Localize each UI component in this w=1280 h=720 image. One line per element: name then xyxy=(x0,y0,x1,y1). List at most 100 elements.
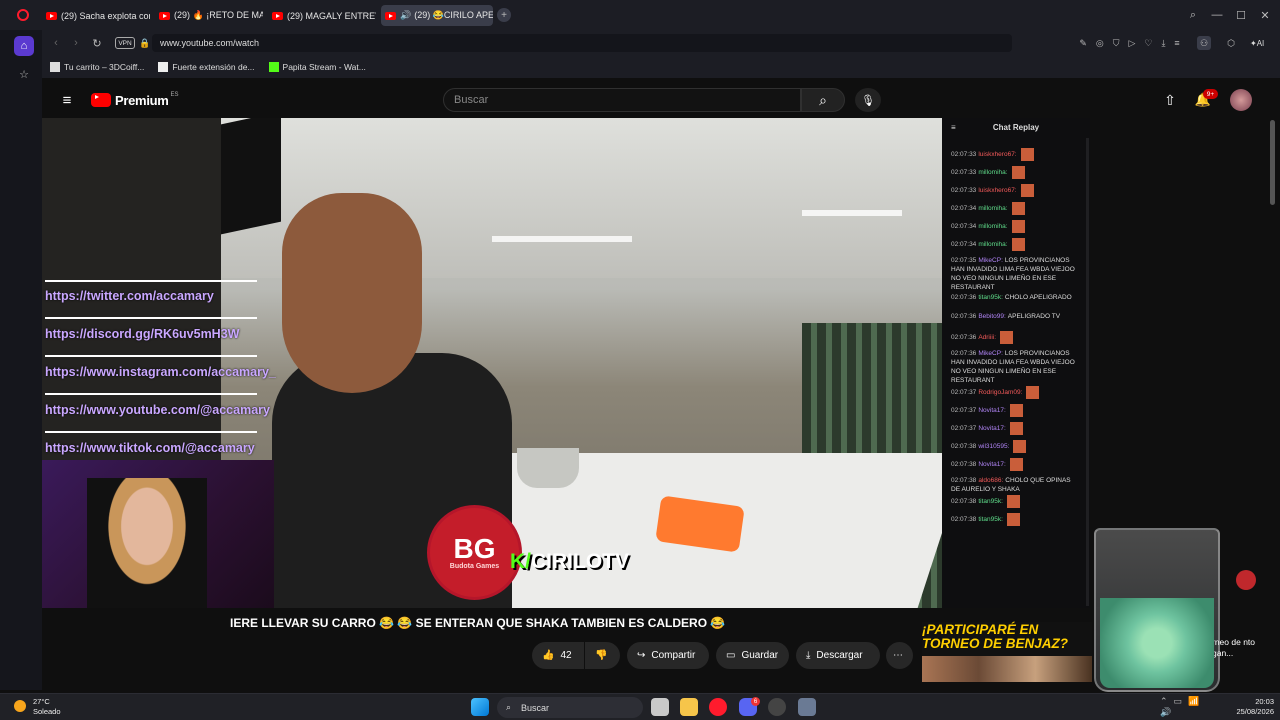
chat-username[interactable]: MikeCP: xyxy=(978,350,1003,357)
youtube-logo-text: Premium xyxy=(115,92,169,108)
streamer xyxy=(87,478,207,608)
tiktok-link[interactable]: https://www.tiktok.com/@accamary xyxy=(45,441,255,455)
tab-4-active[interactable]: 🔊(29) 😂CIRILO APELIG xyxy=(381,5,493,26)
youtube-logo-icon xyxy=(91,93,111,107)
back-icon[interactable]: ‹ xyxy=(50,36,62,50)
page-scrollbar[interactable] xyxy=(1270,120,1275,205)
bookmark-favicon-icon xyxy=(50,62,60,72)
instagram-link[interactable]: https://www.instagram.com/accamary_ xyxy=(45,365,276,379)
taskbar-search[interactable]: ⌕ Buscar xyxy=(497,697,643,718)
reload-icon[interactable]: ↻ xyxy=(90,36,104,50)
tab-1[interactable]: (29) Sacha explota contra xyxy=(42,5,150,26)
tab-label: (29) MAGALY ENTREVISTA xyxy=(287,10,376,21)
task-view-icon[interactable] xyxy=(651,698,669,716)
voice-search-button[interactable]: 🎙 xyxy=(855,88,881,112)
speaker-icon[interactable]: 🔊 xyxy=(400,10,411,21)
extensions-icon[interactable]: ⬡ xyxy=(1224,36,1238,50)
notification-badge: 9+ xyxy=(1203,89,1218,99)
chat-timestamp: 02:07:37 xyxy=(951,389,977,397)
video-dark-panel xyxy=(221,118,281,235)
more-actions-button[interactable]: ⋯ xyxy=(886,642,913,669)
thumbs-up-icon: 👍 xyxy=(542,650,555,661)
bookmark-item[interactable]: Papita Stream - Wat... xyxy=(268,62,366,72)
share-button[interactable]: ↪ Compartir xyxy=(627,642,709,669)
settings-icon[interactable] xyxy=(798,698,816,716)
ai-label: AI xyxy=(1256,38,1265,48)
promo-faces xyxy=(922,656,1092,682)
bookmark-label: Tu carrito – 3DCoiff... xyxy=(64,62,145,72)
video-player[interactable]: https://twitter.com/accamary https://dis… xyxy=(42,118,942,608)
search-button[interactable]: ⌕ xyxy=(801,88,845,112)
toolbar-icons[interactable]: ✎◎⛉▷♡⤓≡ xyxy=(1054,36,1214,50)
star-icon[interactable]: ☆ xyxy=(14,64,34,84)
chat-username[interactable]: luiskxhero67: xyxy=(978,187,1016,194)
ceiling-lights xyxy=(802,210,902,216)
like-button[interactable]: 👍 42 xyxy=(532,642,584,669)
chat-username[interactable]: millomiha: xyxy=(978,241,1007,248)
vpn-badge[interactable]: VPN xyxy=(115,37,135,49)
search-tabs-icon[interactable]: ⌕ xyxy=(1186,8,1200,22)
upload-icon[interactable]: ⇧ xyxy=(1161,91,1179,109)
tray-icons[interactable]: ⌃▭📶🔊 xyxy=(1160,696,1220,717)
bookmark-item[interactable]: Tu carrito – 3DCoiff... xyxy=(50,62,144,72)
chat-timestamp: 02:07:37 xyxy=(951,407,977,415)
youtube-link[interactable]: https://www.youtube.com/@accamary xyxy=(45,403,270,417)
chat-message: 02:07:36 Adriiii: xyxy=(951,331,1081,344)
chat-username[interactable]: Adriiii: xyxy=(978,334,996,341)
tab-label: (29) Sacha explota contra xyxy=(61,10,150,21)
maximize-icon[interactable]: ☐ xyxy=(1234,8,1248,22)
chat-username[interactable]: Bebito99: xyxy=(978,313,1005,320)
search-input[interactable]: Buscar xyxy=(443,88,801,112)
chat-username[interactable]: RodrigoJam09: xyxy=(978,389,1022,396)
discord-link[interactable]: https://discord.gg/RK6uv5mH3W xyxy=(45,327,239,341)
chat-scrollbar[interactable] xyxy=(1086,138,1089,606)
youtube-logo[interactable]: Premium ES xyxy=(91,92,179,108)
weather-widget[interactable]: 27°C Soleado xyxy=(33,697,61,717)
profile-icon[interactable]: ⚇ xyxy=(1197,36,1211,50)
chat-username[interactable]: Novita17: xyxy=(978,461,1005,468)
tab-3[interactable]: (29) MAGALY ENTREVISTA xyxy=(268,5,376,26)
close-icon[interactable]: ✕ xyxy=(1258,8,1272,22)
chat-message: 02:07:38 titan95k: xyxy=(951,513,1081,526)
chat-username[interactable]: Novita17: xyxy=(978,425,1005,432)
chat-username[interactable]: titan95k: xyxy=(978,516,1003,523)
youtube-favicon-icon xyxy=(46,11,57,20)
chat-username[interactable]: millomiha: xyxy=(978,169,1007,176)
opera-logo-icon[interactable] xyxy=(17,9,29,21)
home-icon[interactable]: ⌂ xyxy=(14,36,34,56)
chat-username[interactable]: Novita17: xyxy=(978,407,1005,414)
taskbar-clock[interactable]: 20:03 25/08/2026 xyxy=(1228,697,1274,717)
url-field[interactable]: www.youtube.com/watch xyxy=(152,34,1012,52)
ai-button[interactable]: ✦ AI xyxy=(1250,36,1274,50)
chat-username[interactable]: titan95k: xyxy=(978,294,1003,301)
kick-watermark: K/CIRILOTV xyxy=(510,550,629,574)
minimize-icon[interactable]: — xyxy=(1210,8,1224,22)
windows-start-icon[interactable] xyxy=(471,698,489,716)
obs-icon[interactable] xyxy=(768,698,786,716)
chat-username[interactable]: luiskxhero67: xyxy=(978,151,1016,158)
forward-icon[interactable]: › xyxy=(70,36,82,50)
chat-username[interactable]: wil310595: xyxy=(978,443,1009,450)
discord-badge: 6 xyxy=(751,697,760,706)
download-button[interactable]: ⤓ Descargar xyxy=(796,642,880,669)
chat-timestamp: 02:07:36 xyxy=(951,334,977,342)
emote-icon xyxy=(1020,148,1034,161)
dislike-button[interactable]: 👎 xyxy=(585,642,620,669)
save-button[interactable]: ▭ Guardar xyxy=(716,642,789,669)
chat-username[interactable]: millomiha: xyxy=(978,205,1007,212)
chat-timestamp: 02:07:38 xyxy=(951,443,977,451)
file-explorer-icon[interactable] xyxy=(680,698,698,716)
menu-icon[interactable]: ≡ xyxy=(58,92,76,109)
tab-2[interactable]: (29) 🔥 ¡RETO DE MARATO xyxy=(155,5,263,26)
new-tab-icon[interactable]: + xyxy=(497,8,511,22)
twitter-link[interactable]: https://twitter.com/accamary xyxy=(45,289,214,303)
opera-icon[interactable] xyxy=(709,698,727,716)
chat-username[interactable]: MikeCP: xyxy=(978,257,1003,264)
avatar[interactable] xyxy=(1230,89,1252,111)
chat-username[interactable]: millomiha: xyxy=(978,223,1007,230)
chat-username[interactable]: titan95k: xyxy=(978,498,1003,505)
youtube-favicon-icon xyxy=(272,11,283,20)
chat-username[interactable]: aldo686: xyxy=(978,477,1003,484)
bookmark-item[interactable]: Fuerte extensión de... xyxy=(158,62,255,72)
tab-label: (29) 😂CIRILO APELIG xyxy=(414,10,493,20)
